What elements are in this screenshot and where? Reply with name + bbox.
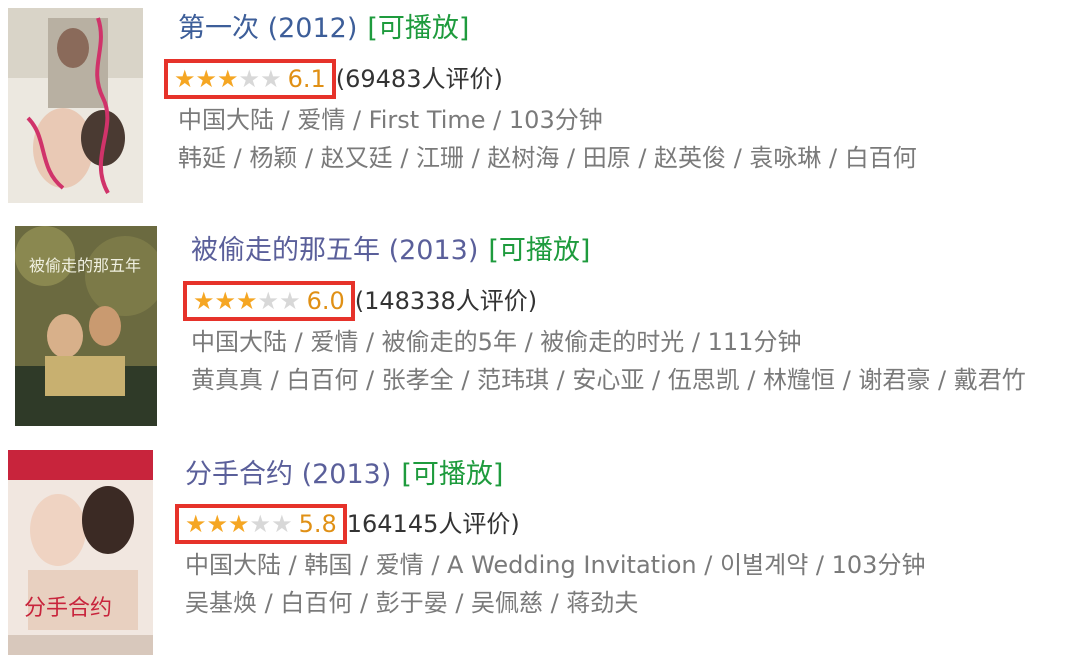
vote-count: 164145人评价): [346, 510, 520, 538]
movie-poster[interactable]: [8, 8, 143, 203]
movie-title-line: 第一次 (2012) [可播放]: [178, 12, 917, 46]
playable-link[interactable]: [可播放]: [401, 459, 503, 490]
star-icon: ★: [260, 65, 282, 93]
svg-text:分手合约: 分手合约: [24, 596, 112, 621]
playable-link[interactable]: [可播放]: [488, 235, 590, 266]
rating-row: ★ ★ ★ ★ ★ 6.0 (148338人评价): [183, 281, 1018, 321]
movie-title-line: 被偷走的那五年 (2013) [可播放]: [191, 234, 1026, 268]
star-icon: ★: [238, 65, 261, 93]
movie-item: 被偷走的那五年 被偷走的那五年 (2013) [可播放] ★ ★ ★ ★ ★ 6.0 (1…: [0, 222, 1080, 430]
movie-poster[interactable]: 被偷走的那五年: [15, 226, 157, 426]
star-icon: ★: [195, 65, 218, 93]
rating-score: 6.0: [306, 287, 345, 315]
movie-cast: 吴基焕 / 白百何 / 彭于晏 / 吴佩慈 / 蒋劲夫: [185, 589, 639, 617]
rating-highlight: ★ ★ ★ ★ ★ 6.1: [164, 59, 336, 99]
movie-title-link[interactable]: 第一次 (2012): [178, 13, 357, 44]
star-rating: ★ ★ ★ ★ ★: [185, 512, 293, 536]
movie-item: 第一次 (2012) [可播放] ★ ★ ★ ★ ★ 6.1 (69483人评价) 中国大…: [0, 0, 1080, 205]
star-icon: ★: [185, 510, 207, 538]
movie-poster[interactable]: 分手合约: [8, 450, 153, 655]
movie-title-link[interactable]: 分手合约 (2013): [185, 459, 391, 490]
rating-row: ★ ★ ★ ★ ★ 5.8 164145人评价): [175, 504, 915, 544]
movie-title-link[interactable]: 被偷走的那五年 (2013): [191, 235, 478, 266]
movie-meta: 中国大陆 / 爱情 / First Time / 103分钟: [178, 106, 603, 134]
vote-count: (69483人评价): [335, 65, 503, 93]
star-icon: ★: [214, 287, 237, 315]
rating-row: ★ ★ ★ ★ ★ 6.1 (69483人评价): [164, 59, 903, 99]
rating-score: 6.1: [287, 65, 326, 93]
rating-highlight: ★ ★ ★ ★ ★ 5.8: [175, 504, 347, 544]
star-icon: ★: [236, 287, 258, 315]
star-icon: ★: [257, 287, 280, 315]
movie-cast: 黄真真 / 白百何 / 张孝全 / 范玮琪 / 安心亚 / 伍思凯 / 林韑恒 …: [191, 366, 1026, 394]
movie-cast: 韩延 / 杨颖 / 赵又廷 / 江珊 / 赵树海 / 田原 / 赵英俊 / 袁咏…: [178, 144, 917, 172]
vote-count: (148338人评价): [354, 287, 538, 315]
star-rating: ★ ★ ★ ★ ★: [174, 67, 282, 91]
star-icon: ★: [174, 65, 196, 93]
movie-title-line: 分手合约 (2013) [可播放]: [185, 458, 925, 492]
movie-item: 分手合约 分手合约 (2013) [可播放] ★ ★ ★ ★ ★ 5.8 164145人评…: [0, 448, 1080, 660]
star-icon: ★: [193, 287, 215, 315]
movie-meta: 中国大陆 / 韩国 / 爱情 / A Wedding Invitation / …: [185, 551, 926, 579]
movie-meta: 中国大陆 / 爱情 / 被偷走的5年 / 被偷走的时光 / 111分钟: [191, 328, 802, 356]
rating-score: 5.8: [298, 510, 337, 538]
star-icon: ★: [217, 65, 239, 93]
star-icon: ★: [206, 510, 229, 538]
rating-highlight: ★ ★ ★ ★ ★ 6.0: [183, 281, 355, 321]
svg-text:被偷走的那五年: 被偷走的那五年: [29, 256, 141, 275]
playable-link[interactable]: [可播放]: [367, 13, 469, 44]
star-icon: ★: [249, 510, 272, 538]
star-icon: ★: [279, 287, 301, 315]
star-rating: ★ ★ ★ ★ ★: [193, 289, 301, 313]
star-icon: ★: [228, 510, 250, 538]
star-icon: ★: [271, 510, 293, 538]
